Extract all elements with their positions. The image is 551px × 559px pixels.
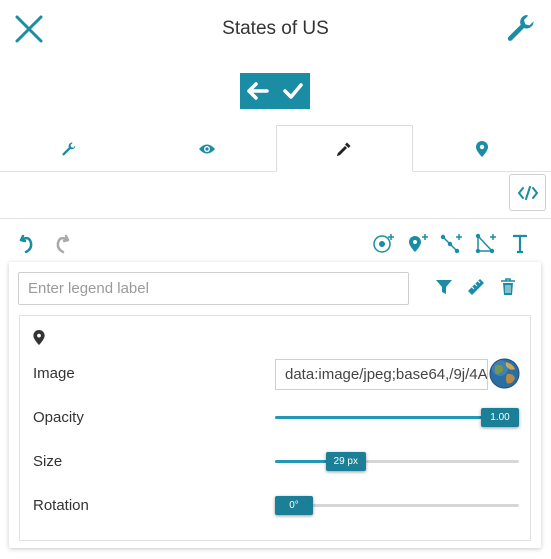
opacity-slider[interactable]: 1.00 <box>275 408 519 427</box>
back-button[interactable] <box>240 73 275 109</box>
tab-view[interactable] <box>138 125 276 171</box>
size-handle[interactable]: 29 px <box>325 452 366 471</box>
redo-icon[interactable] <box>50 232 72 254</box>
legend-label-input[interactable] <box>18 272 409 305</box>
add-line-icon[interactable] <box>439 231 465 255</box>
panel-actions <box>434 276 518 298</box>
tab-style[interactable] <box>275 125 414 172</box>
size-slider[interactable]: 29 px <box>275 452 519 471</box>
nav-button-group <box>240 73 310 109</box>
code-icon <box>517 185 538 200</box>
arrow-left-icon <box>246 82 269 100</box>
draw-toolbar <box>371 231 533 255</box>
image-label: Image <box>33 365 75 382</box>
undo-icon[interactable] <box>17 232 39 254</box>
rotation-label: Rotation <box>33 497 89 514</box>
eye-icon <box>198 144 215 153</box>
tab-bar <box>0 125 551 172</box>
divider <box>0 218 551 219</box>
filter-icon[interactable] <box>434 276 454 298</box>
add-polygon-icon[interactable] <box>473 231 499 255</box>
size-label: Size <box>33 453 63 470</box>
add-marker-icon[interactable] <box>405 231 431 255</box>
style-panel: Image data:image/jpeg;base64,/9j/4AAQSkZ… <box>9 262 541 548</box>
trash-icon[interactable] <box>498 276 518 298</box>
tab-settings[interactable] <box>0 125 138 171</box>
page-title: States of US <box>222 18 329 39</box>
tab-marker[interactable] <box>413 125 551 171</box>
map-marker-icon <box>476 140 489 157</box>
confirm-button[interactable] <box>275 73 310 109</box>
symbol-settings: Image data:image/jpeg;base64,/9j/4AAQSkZ… <box>19 315 531 541</box>
check-icon <box>282 83 303 99</box>
opacity-label: Opacity <box>33 409 84 426</box>
wrench-icon <box>62 142 76 155</box>
globe-icon[interactable] <box>489 358 520 389</box>
wrench-icon[interactable] <box>505 12 537 44</box>
header: States of US <box>0 0 551 60</box>
rotation-slider[interactable]: 0° <box>275 496 519 515</box>
rotation-handle[interactable]: 0° <box>275 496 313 515</box>
add-text-icon[interactable] <box>507 231 533 255</box>
opacity-handle[interactable]: 1.00 <box>481 408 519 427</box>
add-circle-icon[interactable] <box>371 231 397 255</box>
eyedropper-icon <box>337 142 351 156</box>
map-marker-icon <box>33 330 45 350</box>
ruler-icon[interactable] <box>466 276 486 298</box>
image-url-field[interactable]: data:image/jpeg;base64,/9j/4AAQSkZJRg <box>275 359 488 390</box>
code-button[interactable] <box>509 174 546 211</box>
